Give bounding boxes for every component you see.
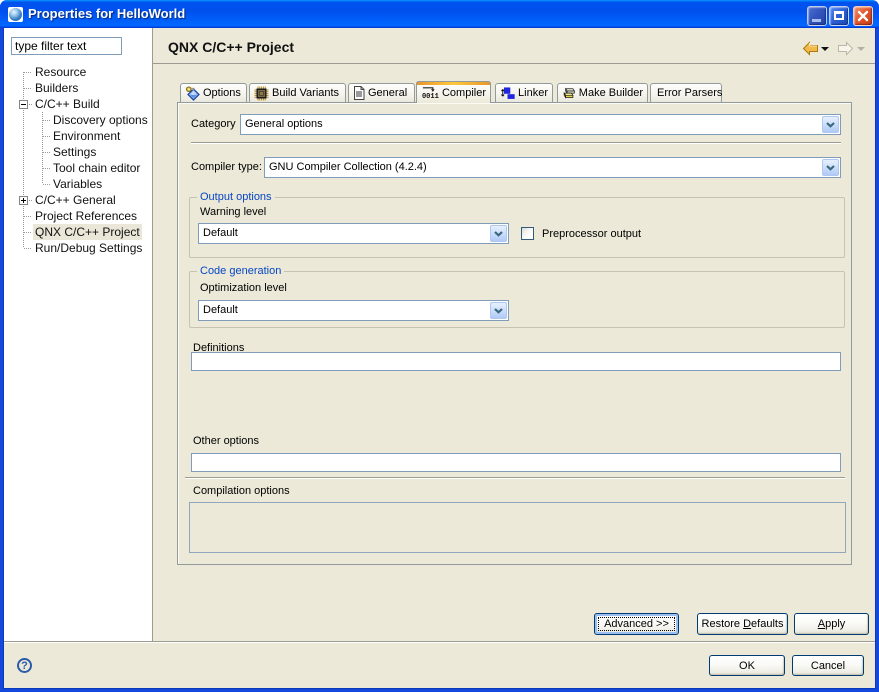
svg-text:0011: 0011 (422, 93, 439, 100)
